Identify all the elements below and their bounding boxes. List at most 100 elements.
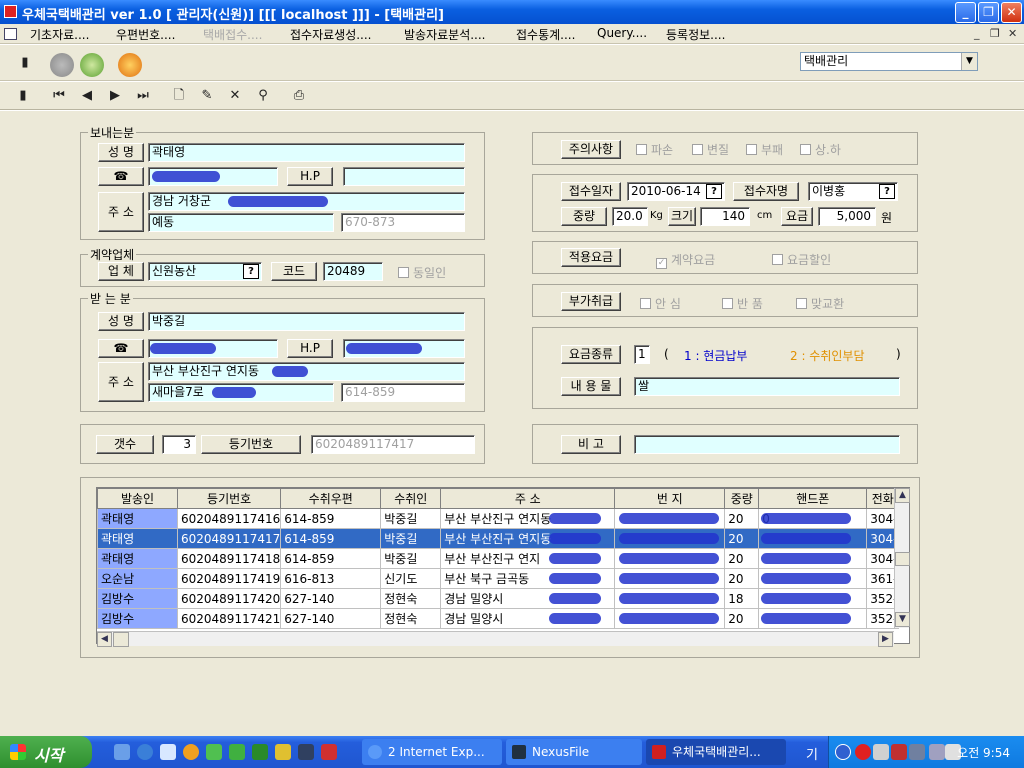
date-help-icon[interactable]: ?: [706, 184, 722, 199]
table-cell[interactable]: 박중길: [380, 548, 442, 569]
fee-field[interactable]: 5,000: [818, 207, 876, 226]
shield-icon[interactable]: [891, 744, 907, 760]
last-record-icon[interactable]: ⏭: [132, 85, 154, 107]
size-button[interactable]: 크기: [668, 207, 696, 226]
tray-icon[interactable]: [873, 744, 889, 760]
table-cell[interactable]: 6020489117419: [176, 568, 282, 589]
sender-address-button[interactable]: 주 소: [98, 192, 144, 232]
receiver-zip-field[interactable]: 614-859: [341, 383, 465, 402]
task-internet-explorer[interactable]: 2 Internet Exp...: [362, 739, 502, 765]
mdi-close-icon[interactable]: ✕: [1008, 27, 1017, 40]
fee-type-button[interactable]: 요금종류: [561, 345, 621, 364]
grid-column-header[interactable]: 수취우편: [280, 488, 382, 509]
table-cell[interactable]: 곽태영: [97, 548, 178, 569]
table-cell[interactable]: 정현숙: [380, 608, 442, 629]
table-cell[interactable]: 20: [724, 508, 760, 529]
menu-shipping-analysis[interactable]: 발송자료분석....: [404, 26, 486, 43]
exit-door-icon[interactable]: ▮: [14, 52, 36, 74]
sender-hp-button[interactable]: H.P: [287, 167, 333, 186]
decay-checkbox[interactable]: 부패: [746, 141, 783, 158]
remarks-field[interactable]: [634, 435, 900, 454]
receiver-name-field[interactable]: 박중길: [148, 312, 465, 331]
menu-postal-code[interactable]: 우편번호....: [116, 26, 175, 43]
registration-number-field[interactable]: 6020489117417: [311, 435, 475, 454]
contents-field[interactable]: 쌀: [634, 377, 900, 396]
minimize-button[interactable]: _: [955, 2, 976, 23]
menu-basic-data[interactable]: 기초자료....: [30, 26, 89, 43]
table-cell[interactable]: 616-813: [280, 568, 382, 589]
quicklaunch-icon[interactable]: [160, 744, 176, 760]
table-cell[interactable]: 박중길: [380, 508, 442, 529]
scroll-left-icon[interactable]: ◀: [97, 632, 112, 647]
same-person-checkbox[interactable]: 동일인: [398, 264, 446, 281]
receiver-hp-button[interactable]: H.P: [287, 339, 333, 358]
grid-column-header[interactable]: 주 소: [440, 488, 616, 509]
table-cell[interactable]: 614-859: [280, 528, 382, 549]
return-checkbox[interactable]: 반 품: [722, 295, 763, 312]
grid-column-header[interactable]: 등기번호: [176, 488, 282, 509]
company-lookup-help-icon[interactable]: ?: [243, 264, 259, 279]
receiver-name-label-button[interactable]: 접수자명: [733, 182, 799, 201]
sender-phone-button[interactable]: ☎: [98, 167, 144, 186]
edit-icon[interactable]: ✎: [196, 85, 218, 107]
weight-button[interactable]: 중량: [561, 207, 607, 226]
chevron-down-icon[interactable]: ▼: [961, 53, 977, 70]
folder-icon[interactable]: [275, 744, 291, 760]
table-cell[interactable]: 20: [724, 548, 760, 569]
orange-circle-icon[interactable]: [118, 53, 142, 77]
table-cell[interactable]: 곽태영: [97, 528, 178, 549]
quicklaunch-icon[interactable]: [298, 744, 314, 760]
registration-number-button[interactable]: 등기번호: [201, 435, 301, 454]
table-cell[interactable]: 20: [724, 608, 760, 629]
spoilage-checkbox[interactable]: 변질: [692, 141, 729, 158]
table-cell[interactable]: 6020489117420: [176, 588, 282, 609]
scroll-right-icon[interactable]: ▶: [878, 632, 893, 647]
receiver-address-button[interactable]: 주 소: [98, 362, 144, 402]
grid-column-header[interactable]: 번 지: [614, 488, 726, 509]
grid-column-header[interactable]: 수취인: [380, 488, 442, 509]
quicklaunch-icon[interactable]: [114, 744, 130, 760]
company-button[interactable]: 업 체: [98, 262, 144, 281]
menu-registration-info[interactable]: 등록정보....: [666, 26, 725, 43]
remarks-button[interactable]: 비 고: [561, 435, 621, 454]
green-circle-icon[interactable]: [80, 53, 104, 77]
records-grid[interactable]: 발송인 등기번호 수취우편 수취인 주 소번 지 중량 핸드폰 전화 곽태영 602048911…: [96, 487, 910, 644]
table-cell[interactable]: 6020489117418: [176, 548, 282, 569]
count-button[interactable]: 갯수: [96, 435, 154, 454]
grid-column-header[interactable]: 핸드폰: [758, 488, 868, 509]
table-cell[interactable]: 20: [724, 528, 760, 549]
delete-icon[interactable]: ✕: [224, 85, 246, 107]
gray-circle-icon[interactable]: [50, 53, 74, 77]
network-icon[interactable]: [909, 744, 925, 760]
menu-query[interactable]: Query....: [597, 26, 647, 40]
sender-zip-field[interactable]: 670-873: [341, 213, 465, 232]
scroll-thumb[interactable]: [895, 552, 910, 566]
grid-column-header[interactable]: 발송인: [97, 488, 178, 509]
receiver-help-icon[interactable]: ?: [879, 184, 895, 199]
extra-handling-button[interactable]: 부가취급: [561, 292, 621, 311]
exit-icon[interactable]: ▮: [12, 85, 34, 107]
menu-receipt-stats[interactable]: 접수통계....: [516, 26, 575, 43]
media-icon[interactable]: [183, 744, 199, 760]
applied-fee-button[interactable]: 적용요금: [561, 248, 621, 267]
size-field[interactable]: 140: [700, 207, 750, 226]
code-button[interactable]: 코드: [271, 262, 317, 281]
table-cell[interactable]: 18: [724, 588, 760, 609]
menu-create-receipt-data[interactable]: 접수자료생성....: [290, 26, 372, 43]
table-cell[interactable]: 6020489117416: [176, 508, 282, 529]
contract-fee-checkbox[interactable]: ✓ 계약요금: [656, 251, 715, 269]
task-parcel-manager[interactable]: 우체국택배관리...: [646, 739, 786, 765]
quicklaunch-icon[interactable]: [321, 744, 337, 760]
table-cell[interactable]: 김방수: [97, 588, 178, 609]
contents-button[interactable]: 내 용 물: [561, 377, 621, 396]
table-cell[interactable]: 627-140: [280, 608, 382, 629]
weight-field[interactable]: 20.0: [612, 207, 648, 226]
grid-column-header[interactable]: 중량: [724, 488, 760, 509]
table-cell[interactable]: 614-859: [280, 508, 382, 529]
first-record-icon[interactable]: ⏮: [48, 85, 70, 107]
table-cell[interactable]: 박중길: [380, 528, 442, 549]
exchange-checkbox[interactable]: 맞교환: [796, 295, 844, 312]
next-record-icon[interactable]: ▶: [104, 85, 126, 107]
caution-button[interactable]: 주의사항: [561, 140, 621, 159]
language-indicator[interactable]: 기: [806, 744, 818, 763]
